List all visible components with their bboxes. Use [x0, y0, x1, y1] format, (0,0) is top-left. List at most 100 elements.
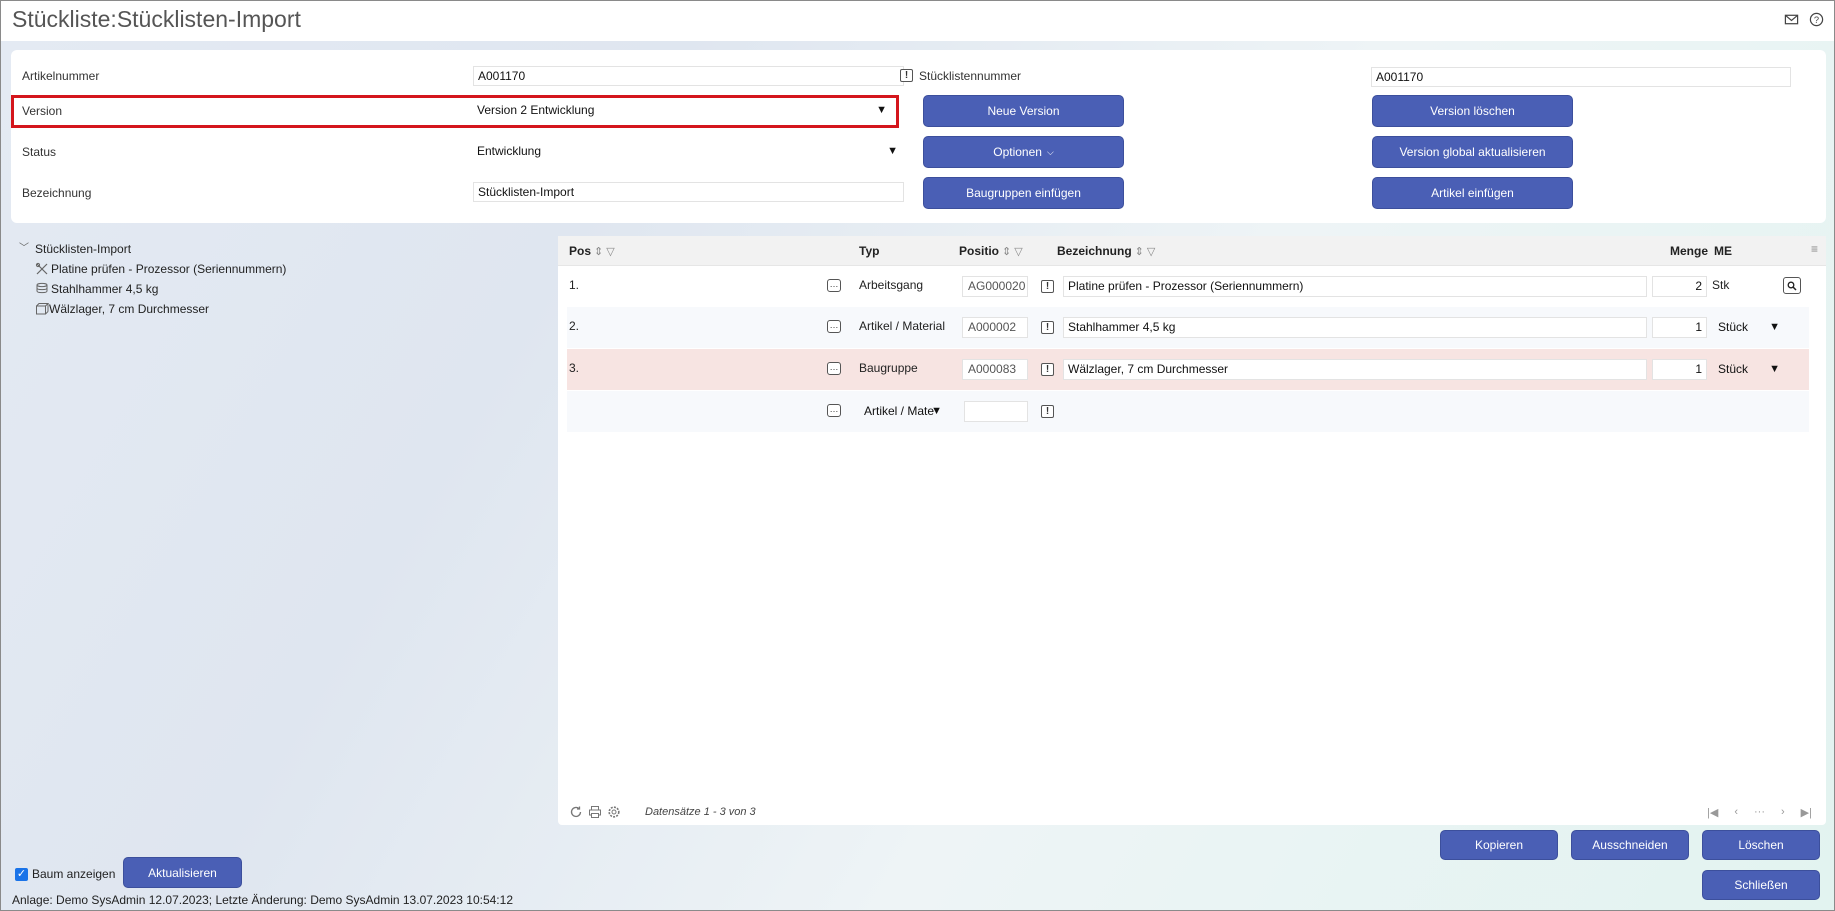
row-menge-field[interactable]: 2 — [1652, 276, 1707, 297]
row-pos: 3. — [569, 361, 580, 375]
tree-root[interactable]: ﹀ Stücklisten-Import — [19, 239, 286, 259]
tree-item[interactable]: Platine prüfen - Prozessor (Seriennummer… — [19, 259, 286, 279]
info-icon[interactable]: ! — [1041, 321, 1054, 334]
info-icon[interactable]: ! — [1041, 363, 1054, 376]
status-select-value: Entwicklung — [477, 144, 542, 158]
refresh-icon[interactable] — [569, 805, 583, 819]
neue-version-button[interactable]: Neue Version — [923, 95, 1124, 127]
tree-root-label: Stücklisten-Import — [35, 242, 132, 256]
bezeichnung-field[interactable]: Stücklisten-Import — [473, 182, 904, 202]
row-position-field[interactable]: AG000020 — [962, 276, 1028, 297]
filter-icon: ▽ — [1146, 246, 1156, 258]
schliessen-button[interactable]: Schließen — [1702, 870, 1820, 900]
grid-footer: Datensätze 1 - 3 von 3 |◀ ‹ ··· › ▶| — [558, 799, 1826, 825]
collapse-icon[interactable]: ﹀ — [19, 239, 29, 259]
info-icon[interactable]: ! — [1041, 280, 1054, 293]
tree-item[interactable]: Wälzlager, 7 cm Durchmesser — [19, 299, 286, 319]
table-row[interactable]: 2. … Artikel / Material A000002 ! Stahlh… — [567, 307, 1809, 348]
settings-icon[interactable] — [607, 805, 621, 819]
row-me-select[interactable]: Stück ▼ — [1712, 359, 1786, 380]
row-bezeichnung-field[interactable]: Stahlhammer 4,5 kg — [1063, 317, 1647, 338]
col-bezeichnung[interactable]: Bezeichnung ⇕ ▽ — [1057, 244, 1155, 258]
mail-icon[interactable] — [1784, 12, 1799, 27]
filter-icon: ▽ — [1014, 246, 1023, 258]
new-row[interactable]: … Artikel / Mate ▼ ! — [567, 391, 1809, 432]
pager: |◀ ‹ ··· › ▶| — [1707, 806, 1812, 819]
loeschen-button[interactable]: Löschen — [1702, 830, 1820, 860]
sort-icon: ⇕ — [1134, 246, 1144, 258]
row-typ: Artikel / Material — [859, 319, 946, 333]
svg-text:?: ? — [1814, 15, 1819, 25]
row-pos: 1. — [569, 278, 580, 292]
more-pages-icon[interactable]: ··· — [1754, 806, 1765, 819]
title-bar: Stückliste:Stücklisten-Import ? — [1, 1, 1834, 41]
baugruppen-einfuegen-button[interactable]: Baugruppen einfügen — [923, 177, 1124, 209]
last-page-icon[interactable]: ▶| — [1801, 806, 1812, 819]
kopieren-button[interactable]: Kopieren — [1440, 830, 1558, 860]
col-typ[interactable]: Typ — [859, 244, 879, 258]
aktualisieren-button[interactable]: Aktualisieren — [123, 857, 242, 888]
ausschneiden-button[interactable]: Ausschneiden — [1571, 830, 1689, 860]
version-global-aktualisieren-button[interactable]: Version global aktualisieren — [1372, 136, 1573, 168]
info-icon[interactable]: ! — [900, 69, 913, 82]
row-bezeichnung-field[interactable]: Platine prüfen - Prozessor (Seriennummer… — [1063, 276, 1647, 297]
prev-page-icon[interactable]: ‹ — [1734, 806, 1738, 819]
tree-item-label: Platine prüfen - Prozessor (Seriennummer… — [51, 262, 287, 276]
print-icon[interactable] — [588, 805, 602, 819]
row-position-field[interactable]: A000002 — [962, 317, 1028, 338]
row-menge-field[interactable]: 1 — [1652, 317, 1707, 338]
status-label: Status — [22, 145, 57, 159]
artikelnummer-label: Artikelnummer — [22, 69, 100, 83]
col-me[interactable]: ME — [1714, 244, 1732, 258]
col-menge[interactable]: Menge — [1670, 244, 1708, 258]
baum-anzeigen-label: Baum anzeigen — [32, 867, 116, 881]
row-pos: 2. — [569, 319, 580, 333]
header-form: Artikelnummer A001170 ! Stücklistennumme… — [11, 50, 1826, 223]
row-menge-field[interactable]: 1 — [1652, 359, 1707, 380]
chevron-down-icon: ▼ — [931, 405, 942, 417]
tree-item[interactable]: Stahlhammer 4,5 kg — [19, 279, 286, 299]
help-icon[interactable]: ? — [1809, 12, 1824, 27]
sort-icon: ⇕ — [594, 246, 604, 258]
col-pos[interactable]: Pos ⇕ ▽ — [569, 244, 615, 258]
table-row-selected[interactable]: 3. … Baugruppe A000083 ! Wälzlager, 7 cm… — [567, 349, 1809, 390]
page-title: Stückliste:Stücklisten-Import — [12, 6, 301, 32]
version-select[interactable]: Version 2 Entwicklung ▼ — [473, 99, 893, 121]
new-row-position-field[interactable] — [964, 401, 1028, 422]
tools-icon — [35, 262, 48, 275]
stuecklistennummer-field[interactable]: A001170 — [1371, 67, 1791, 87]
info-icon[interactable]: ! — [1041, 405, 1054, 418]
stack-icon — [36, 282, 48, 294]
status-select[interactable]: Entwicklung ▼ — [473, 140, 904, 162]
chevron-down-icon: ▼ — [876, 104, 887, 116]
optionen-label: Optionen — [993, 145, 1042, 159]
next-page-icon[interactable]: › — [1781, 806, 1785, 819]
row-bezeichnung-field[interactable]: Wälzlager, 7 cm Durchmesser — [1063, 359, 1647, 380]
row-typ: Baugruppe — [859, 361, 918, 375]
chevron-down-icon: ▼ — [887, 145, 898, 157]
search-icon[interactable] — [1783, 277, 1801, 294]
record-count: Datensätze 1 - 3 von 3 — [645, 806, 756, 818]
row-me-select[interactable]: Stück ▼ — [1712, 317, 1786, 338]
more-icon[interactable]: … — [827, 320, 841, 333]
version-loeschen-button[interactable]: Version löschen — [1372, 95, 1573, 127]
more-icon[interactable]: … — [827, 279, 841, 292]
table-row[interactable]: 1. … Arbeitsgang AG000020 ! Platine prüf… — [567, 266, 1809, 307]
optionen-button[interactable]: Optionen ⌵ — [923, 136, 1124, 168]
tree-item-label: Stahlhammer 4,5 kg — [51, 282, 159, 296]
first-page-icon[interactable]: |◀ — [1707, 806, 1718, 819]
baum-anzeigen-checkbox[interactable]: ✓ — [15, 868, 28, 881]
sort-icon: ⇕ — [1002, 246, 1012, 258]
more-icon[interactable]: … — [827, 362, 841, 375]
box-icon — [36, 303, 49, 315]
grid-header: Pos ⇕ ▽ Typ Positio ⇕ ▽ Bezeichnung ⇕ ▽ Menge … — [558, 236, 1826, 266]
column-menu-icon[interactable]: ≡ — [1811, 242, 1818, 256]
positions-grid: Pos ⇕ ▽ Typ Positio ⇕ ▽ Bezeichnung ⇕ ▽ Menge … — [558, 236, 1826, 825]
row-position-field[interactable]: A000083 — [962, 359, 1028, 380]
new-row-type-select[interactable]: Artikel / Mate ▼ — [858, 401, 948, 422]
more-icon[interactable]: … — [827, 404, 841, 417]
artikelnummer-field[interactable]: A001170 — [473, 66, 904, 86]
stuecklistennummer-label: Stücklistennummer — [919, 69, 1022, 83]
col-position[interactable]: Positio ⇕ ▽ — [959, 244, 1023, 258]
artikel-einfuegen-button[interactable]: Artikel einfügen — [1372, 177, 1573, 209]
